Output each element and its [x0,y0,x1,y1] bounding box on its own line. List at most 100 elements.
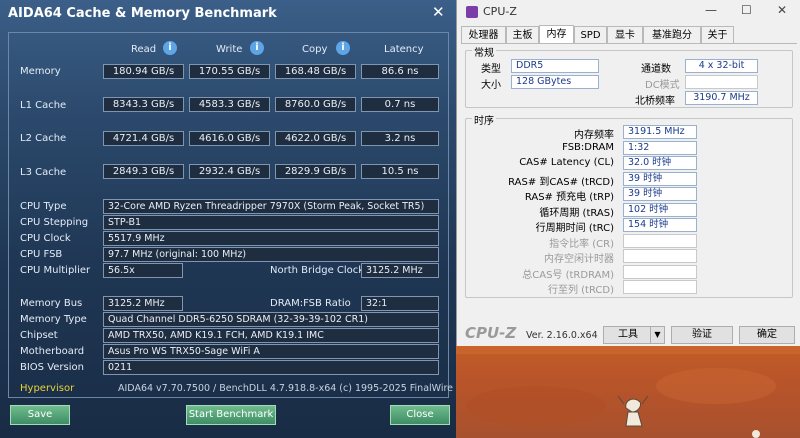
info-icon-copy[interactable]: i [336,41,350,55]
timing-value: 39 时钟 [623,187,697,201]
dram-fsb-label: DRAM:FSB Ratio [270,298,351,309]
channels-value: 4 x 32-bit [685,59,758,73]
memory-type-label: Memory Type [20,314,87,325]
tab-spd[interactable]: SPD [574,26,607,44]
row-label-l2: L2 Cache [20,133,67,144]
tools-button[interactable]: 工具 ▼ [603,326,665,344]
l2-write: 4616.0 GB/s [189,131,270,146]
l3-copy: 2829.9 GB/s [275,164,356,179]
timing-value [623,280,697,294]
type-label: 类型 [481,64,501,75]
chipset-value: AMD TRX50, AMD K19.1 FCH, AMD K19.1 IMC [103,328,439,343]
ok-button[interactable]: 确定 [739,326,795,344]
timing-label: FSB:DRAM [562,141,614,153]
cpu-type-label: CPU Type [20,201,67,212]
cpu-clock-label: CPU Clock [20,233,71,244]
dram-fsb-value: 32:1 [361,296,439,311]
col-header-read: Read [131,44,157,55]
motherboard-value: Asus Pro WS TRX50-Sage WiFi A [103,344,439,359]
tab-mainboard[interactable]: 主板 [506,26,539,44]
timing-value [623,264,697,279]
cpu-clock-value: 5517.9 MHz [103,231,439,246]
row-label-l3: L3 Cache [20,167,67,178]
row-label-memory: Memory [20,66,61,77]
timing-label: 指令比率 (CR) [549,238,614,250]
info-icon-write[interactable]: i [250,41,264,55]
tools-dropdown-icon[interactable]: ▼ [650,327,664,343]
timing-value: 1:32 [623,140,697,155]
tab-about[interactable]: 关于 [701,26,734,44]
bios-label: BIOS Version [20,362,84,373]
size-label: 大小 [481,80,501,91]
size-value: 128 GBytes [511,75,599,89]
minimize-icon[interactable]: — [705,3,717,17]
nb-clock-value: 3125.2 MHz [361,263,439,278]
memory-latency: 86.6 ns [361,64,439,79]
cpuz-version: Ver. 2.16.0.x64 [526,330,598,341]
wallpaper-figure-image [456,346,800,438]
validate-button[interactable]: 验证 [671,326,733,344]
cpuz-title: CPU-Z [483,5,517,18]
timing-label: 行周期时间 (tRC) [535,223,614,234]
tab-memory[interactable]: 内存 [539,25,574,44]
timing-value [623,233,697,248]
l3-write: 2932.4 GB/s [189,164,270,179]
chipset-label: Chipset [20,330,58,341]
start-benchmark-button[interactable]: Start Benchmark [186,405,276,425]
close-button[interactable]: Close [390,405,450,425]
l1-write: 4583.3 GB/s [189,97,270,112]
col-header-latency: Latency [384,44,424,55]
close-window-icon[interactable]: ✕ [432,3,445,21]
timing-value [623,249,697,263]
cpuz-close-icon[interactable]: ✕ [777,3,787,17]
memory-type-value: Quad Channel DDR5-6250 SDRAM (32-39-39-1… [103,312,439,327]
tab-graphics[interactable]: 显卡 [607,26,643,44]
timing-value: 3191.5 MHz [623,125,697,139]
tools-label: 工具 [618,329,638,340]
memory-bus-value: 3125.2 MHz [103,296,183,311]
dc-mode-label: DC模式 [645,80,680,91]
general-group-title: 常规 [472,44,496,59]
l3-latency: 10.5 ns [361,164,439,179]
tab-bench[interactable]: 基准跑分 [643,26,701,44]
timing-value: 102 时钟 [623,202,697,217]
cpu-fsb-label: CPU FSB [20,249,63,260]
bios-value: 0211 [103,360,439,375]
maximize-icon[interactable]: ☐ [741,3,752,17]
memory-read: 180.94 GB/s [103,64,184,79]
l1-copy: 8760.0 GB/s [275,97,356,112]
nb-freq-value: 3190.7 MHz [685,91,758,105]
l1-latency: 0.7 ns [361,97,439,112]
channels-label: 通道数 [641,64,671,75]
l2-latency: 3.2 ns [361,131,439,146]
timing-value: 39 时钟 [623,171,697,186]
nb-freq-label: 北桥频率 [635,96,675,107]
tab-divider [461,43,797,44]
cpu-stepping-value: STP-B1 [103,215,439,230]
cpu-multiplier-value: 56.5x [103,263,183,278]
save-button[interactable]: Save [10,405,70,425]
aida64-window: AIDA64 Cache & Memory Benchmark ✕ Read i… [0,0,474,438]
window-title: AIDA64 Cache & Memory Benchmark [8,6,277,21]
info-icon-read[interactable]: i [163,41,177,55]
timing-label: 总CAS号 (tRDRAM) [522,269,614,281]
hypervisor-link[interactable]: Hypervisor [20,383,74,394]
tab-processor[interactable]: 处理器 [461,26,506,44]
col-header-write: Write [216,44,243,55]
timing-value: 154 时钟 [623,218,697,232]
timing-label: 循环周期 (tRAS) [539,207,614,219]
cpu-fsb-value: 97.7 MHz (original: 100 MHz) [103,247,439,262]
memory-copy: 168.48 GB/s [275,64,356,79]
timing-label: CAS# Latency (CL) [519,157,614,168]
desktop-wallpaper [456,346,800,438]
cpuz-app-icon [466,6,478,18]
l1-read: 8343.3 GB/s [103,97,184,112]
timing-label: RAS# 到CAS# (tRCD) [508,176,614,188]
cpuz-window: CPU-Z — ☐ ✕ 处理器 主板 内存 SPD 显卡 基准跑分 关于 常规 … [456,0,800,346]
memory-write: 170.55 GB/s [189,64,270,79]
l3-read: 2849.3 GB/s [103,164,184,179]
cpu-stepping-label: CPU Stepping [20,217,89,228]
timing-label: 内存空闲计时器 [544,254,614,265]
type-value: DDR5 [511,59,599,73]
nb-clock-label: North Bridge Clock [270,265,365,276]
